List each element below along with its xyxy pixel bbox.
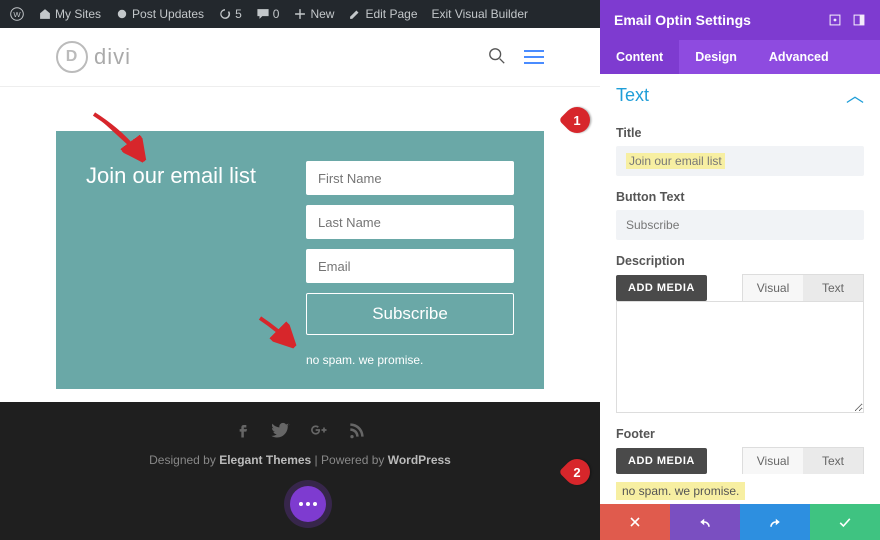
optin-footer-text: no spam. we promise.: [306, 353, 514, 367]
button-text-input[interactable]: Subscribe: [616, 210, 864, 240]
search-icon[interactable]: [488, 47, 506, 68]
panel-tabs: Content Design Advanced: [600, 40, 880, 74]
title-input[interactable]: Join our email list: [616, 146, 864, 176]
email-field[interactable]: [306, 249, 514, 283]
google-plus-icon[interactable]: [309, 420, 329, 443]
tab-design[interactable]: Design: [679, 40, 753, 74]
add-media-button[interactable]: ADD MEDIA: [616, 275, 707, 301]
panel-actions: [600, 504, 880, 540]
comments[interactable]: 0: [252, 7, 284, 21]
label-button-text: Button Text: [616, 190, 864, 204]
chevron-up-icon: ︿: [846, 82, 864, 108]
label-description: Description: [616, 254, 864, 268]
twitter-icon[interactable]: [271, 420, 291, 443]
last-name-field[interactable]: [306, 205, 514, 239]
footer-textarea[interactable]: no spam. we promise.: [616, 482, 745, 500]
snap-icon[interactable]: [852, 13, 866, 27]
expand-icon[interactable]: [828, 13, 842, 27]
section-text-toggle[interactable]: Text ︿: [616, 78, 864, 112]
facebook-icon[interactable]: [233, 420, 253, 443]
discard-button[interactable]: [600, 504, 670, 540]
footer-tab-text[interactable]: Text: [803, 448, 863, 474]
module-settings-panel: Email Optin Settings Content Design Adva…: [600, 0, 880, 540]
add-media-button-footer[interactable]: ADD MEDIA: [616, 448, 707, 474]
post-updates[interactable]: Post Updates: [111, 7, 208, 21]
logo-text: divi: [94, 44, 131, 70]
social-icons: [233, 420, 367, 443]
tab-visual[interactable]: Visual: [743, 275, 803, 301]
theme-link[interactable]: Elegant Themes: [219, 453, 311, 467]
logo-mark: D: [56, 41, 88, 73]
edit-page[interactable]: Edit Page: [344, 7, 421, 21]
description-textarea[interactable]: [616, 301, 864, 413]
site-logo[interactable]: D divi: [56, 41, 131, 73]
panel-body: Text ︿ Title Join our email list Button …: [600, 74, 880, 504]
first-name-field[interactable]: [306, 161, 514, 195]
footer-tab-visual[interactable]: Visual: [743, 448, 803, 474]
footer-credit: Designed by Elegant Themes | Powered by …: [149, 453, 451, 467]
hamburger-icon[interactable]: [524, 50, 544, 64]
email-optin-module[interactable]: Join our email list Subscribe no spam. w…: [56, 131, 544, 389]
tab-text[interactable]: Text: [803, 275, 863, 301]
tab-advanced[interactable]: Advanced: [753, 40, 845, 74]
exit-visual-builder[interactable]: Exit Visual Builder: [428, 7, 533, 21]
optin-title: Join our email list: [86, 163, 276, 189]
tab-content[interactable]: Content: [600, 40, 679, 74]
builder-fab-button[interactable]: [290, 486, 326, 522]
panel-title: Email Optin Settings: [614, 12, 751, 28]
wp-logo[interactable]: W: [6, 7, 28, 21]
my-sites[interactable]: My Sites: [34, 7, 105, 21]
save-button[interactable]: [810, 504, 880, 540]
site-header: D divi: [0, 28, 600, 87]
svg-text:W: W: [13, 10, 21, 19]
panel-header[interactable]: Email Optin Settings: [600, 0, 880, 40]
new[interactable]: New: [289, 7, 338, 21]
undo-button[interactable]: [670, 504, 740, 540]
redo-button[interactable]: [740, 504, 810, 540]
platform-link[interactable]: WordPress: [388, 453, 451, 467]
rss-icon[interactable]: [347, 420, 367, 443]
subscribe-button[interactable]: Subscribe: [306, 293, 514, 335]
refresh-count[interactable]: 5: [214, 7, 246, 21]
label-title: Title: [616, 126, 864, 140]
label-footer: Footer: [616, 427, 864, 441]
